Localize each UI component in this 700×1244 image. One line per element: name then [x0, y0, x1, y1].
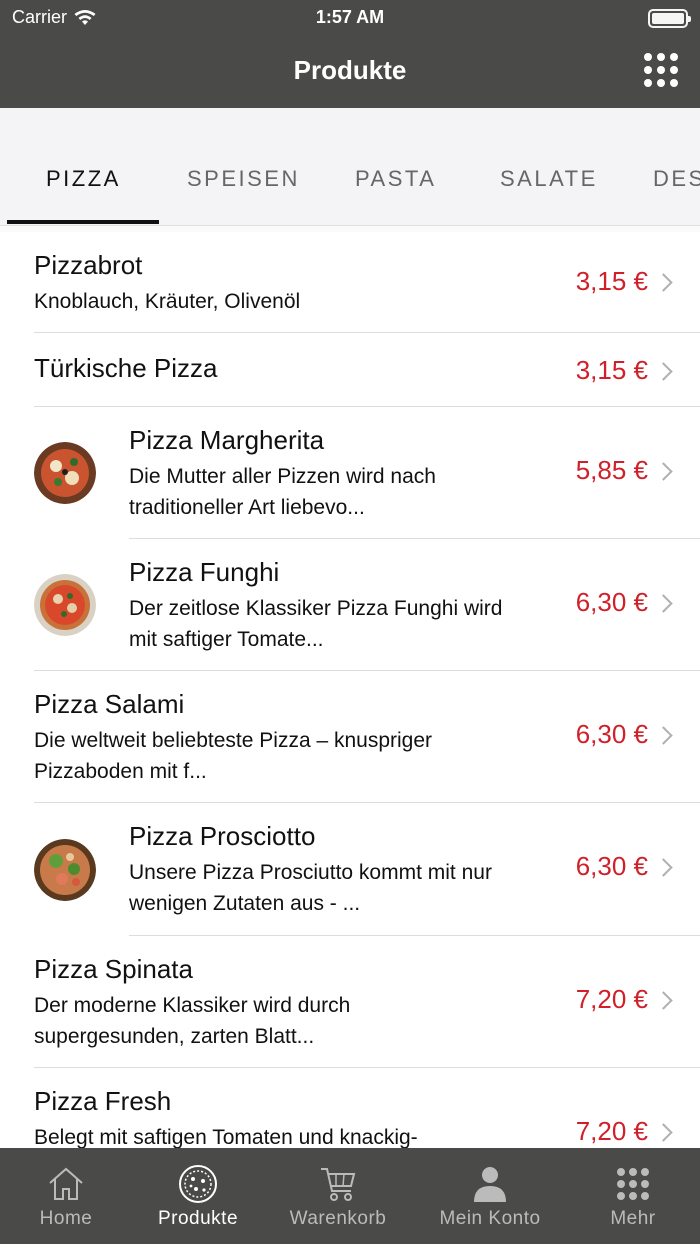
product-description: Die weltweit beliebteste Pizza – knuspri… [34, 729, 433, 783]
product-image [34, 442, 96, 504]
grid-menu-button[interactable] [644, 53, 678, 87]
product-price: 6,30 € [575, 587, 648, 617]
chevron-right-icon [654, 1123, 673, 1142]
product-description: Die Mutter aller Pizzen wird nach tradit… [129, 465, 436, 519]
product-name: Pizza Prosciotto [129, 821, 316, 851]
list-item[interactable]: Pizzabrot Knoblauch, Kräuter, Olivenöl 3… [0, 232, 700, 333]
product-name: Pizza Fresh [34, 1086, 172, 1116]
list-item[interactable]: Pizza Prosciotto Unsere Pizza Prosciutto… [0, 803, 700, 936]
product-list: Pizzabrot Knoblauch, Kräuter, Olivenöl 3… [0, 232, 700, 1148]
product-name: Türkische Pizza [34, 353, 218, 383]
product-name: Pizza Spinata [34, 954, 193, 984]
product-description: Unsere Pizza Prosciutto kommt mit nur we… [129, 861, 492, 915]
product-name: Pizza Funghi [129, 557, 280, 587]
product-price: 7,20 € [575, 1116, 648, 1146]
chevron-right-icon [654, 362, 673, 381]
product-description: Knoblauch, Kräuter, Olivenöl [34, 290, 301, 313]
chevron-right-icon [654, 858, 673, 877]
list-item[interactable]: Pizza Salami Die weltweit beliebteste Pi… [0, 671, 700, 803]
person-icon [474, 1167, 506, 1202]
tab-pizza[interactable]: PIZZA [46, 166, 121, 192]
top-bar: Carrier 1:57 AM Produkte [0, 0, 700, 108]
page-title: Produkte [293, 55, 407, 85]
status-time: 1:57 AM [315, 7, 385, 27]
tabbar-label: Produkte [157, 1208, 239, 1229]
chevron-right-icon [654, 462, 673, 481]
chevron-right-icon [654, 991, 673, 1010]
bottom-tab-bar: Home Produkte Warenkorb Mein Konto Mehr [0, 1148, 700, 1244]
product-price: 6,30 € [575, 851, 648, 881]
cart-icon [321, 1168, 356, 1201]
tabbar-mein-konto[interactable]: Mein Konto [420, 1148, 560, 1244]
chevron-right-icon [654, 273, 673, 292]
tabbar-label: Warenkorb [289, 1208, 387, 1229]
product-price: 7,20 € [575, 984, 648, 1014]
product-price: 6,30 € [575, 719, 648, 749]
list-item[interactable]: Pizza Spinata Der moderne Klassiker wird… [0, 936, 700, 1068]
product-name: Pizza Salami [34, 689, 185, 719]
battery-icon [648, 9, 691, 28]
product-image [34, 839, 96, 901]
product-name: Pizzabrot [34, 250, 143, 280]
grid-icon [617, 1168, 649, 1200]
tab-pasta[interactable]: PASTA [355, 166, 436, 192]
chevron-right-icon [654, 726, 673, 745]
category-tabs: PIZZA SPEISEN PASTA SALATE DES [0, 108, 700, 226]
tabbar-mehr[interactable]: Mehr [563, 1148, 700, 1244]
home-icon [49, 1167, 83, 1200]
tabbar-label: Home [39, 1208, 93, 1229]
list-item[interactable]: Türkische Pizza 3,15 € [0, 333, 700, 407]
tab-salate[interactable]: SALATE [500, 166, 598, 192]
tabbar-label: Mehr [610, 1208, 656, 1229]
product-description: Belegt mit saftigen Tomaten und knackig- [34, 1126, 418, 1148]
product-image [34, 574, 96, 636]
product-price: 5,85 € [575, 455, 648, 485]
product-price: 3,15 € [575, 355, 648, 385]
pizza-icon [179, 1165, 217, 1203]
tabbar-warenkorb[interactable]: Warenkorb [268, 1148, 408, 1244]
tabbar-produkte[interactable]: Produkte [128, 1148, 268, 1244]
product-name: Pizza Margherita [129, 425, 325, 455]
list-item[interactable]: Pizza Margherita Die Mutter aller Pizzen… [0, 407, 700, 539]
tab-speisen[interactable]: SPEISEN [187, 166, 300, 192]
product-description: Der moderne Klassiker wird durch superge… [34, 994, 351, 1048]
active-tab-indicator [7, 220, 159, 224]
chevron-right-icon [654, 594, 673, 613]
tab-desserts[interactable]: DES [653, 166, 700, 192]
list-item[interactable]: Pizza Funghi Der zeitlose Klassiker Pizz… [0, 539, 700, 671]
list-item[interactable]: Pizza Fresh Belegt mit saftigen Tomaten … [0, 1068, 700, 1148]
product-description: Der zeitlose Klassiker Pizza Funghi wird… [129, 597, 503, 651]
tabbar-label: Mein Konto [439, 1208, 541, 1229]
product-price: 3,15 € [575, 266, 648, 296]
status-bar: Carrier 1:57 AM [0, 0, 700, 36]
tabbar-home[interactable]: Home [0, 1148, 136, 1244]
